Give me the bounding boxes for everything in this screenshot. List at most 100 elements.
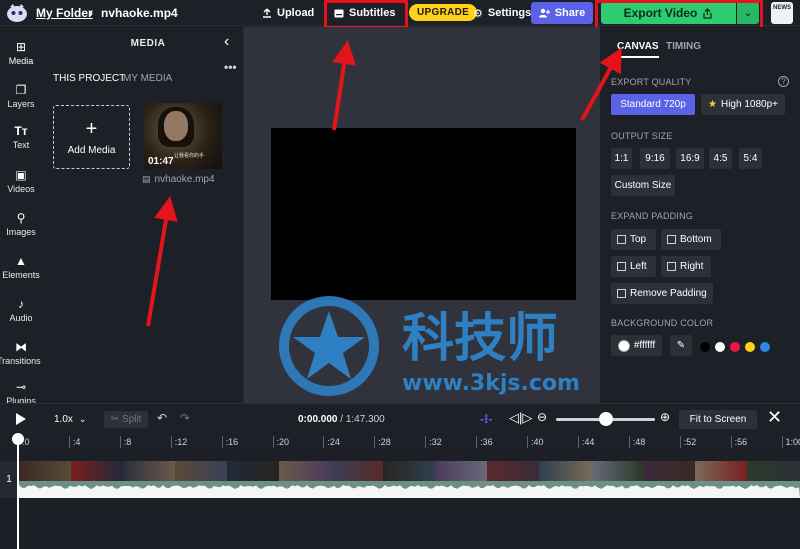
color-swatch[interactable] — [700, 342, 710, 352]
plugins-icon: ⊸ — [15, 380, 27, 394]
pad-bottom-button[interactable]: Bottom — [661, 229, 721, 250]
thumbnail-figure-face — [164, 111, 188, 141]
export-quality-heading: EXPORT QUALITY — [611, 77, 692, 87]
zoom-out-icon[interactable]: ⊖ — [537, 410, 547, 424]
settings-button[interactable]: ⚙ Settings — [473, 4, 531, 22]
pad-top-button[interactable]: Top — [611, 229, 656, 250]
rail-item-audio[interactable]: ♪ Audio — [0, 297, 42, 323]
split-button[interactable]: ✂ Split — [104, 411, 148, 428]
quality-high-button[interactable]: ★ High 1080p+ — [701, 94, 785, 115]
tab-canvas[interactable]: CANVAS — [617, 41, 658, 52]
pad-right-icon — [667, 262, 676, 271]
background-color-input[interactable]: #ffffff — [611, 335, 662, 356]
watermark-url-text: www.3kjs.com — [402, 371, 580, 396]
video-clip[interactable] — [19, 461, 800, 498]
split-view-icon[interactable]: ◁|▷ — [509, 410, 532, 426]
rail-item-layers[interactable]: ❐ Layers — [0, 83, 42, 109]
custom-size-button[interactable]: Custom Size — [611, 175, 675, 196]
background-color-heading: BACKGROUND COLOR — [611, 318, 714, 328]
clip-frame — [747, 461, 799, 481]
rail-item-images[interactable]: ⚲ Images — [0, 211, 42, 237]
clip-frame — [279, 461, 331, 481]
rail-item-videos[interactable]: ▣ Videos — [0, 168, 42, 194]
snap-icon[interactable]: -⁝- — [480, 412, 493, 426]
watermark-cn-text: 科技师 — [402, 309, 558, 369]
color-swatch[interactable] — [745, 342, 755, 352]
rail-item-text[interactable]: Tт Text — [0, 124, 42, 150]
gear-icon: ⚙ — [473, 7, 483, 20]
media-panel: MEDIA ‹ ••• THIS PROJECT MY MEDIA + Add … — [42, 27, 244, 403]
tab-my-media[interactable]: MY MEDIA — [123, 73, 172, 84]
upload-button[interactable]: Upload — [262, 4, 314, 22]
clip-frame — [487, 461, 539, 481]
waveform-shape — [19, 485, 800, 498]
rail-item-elements[interactable]: ▲ Elements — [0, 254, 42, 280]
pad-left-icon — [617, 262, 626, 271]
tab-this-project[interactable]: THIS PROJECT — [53, 73, 125, 84]
media-thumbnail[interactable]: 让我看你的手 01:47 — [144, 103, 222, 169]
undo-icon[interactable]: ↶ — [157, 411, 167, 425]
color-swatch[interactable] — [715, 342, 725, 352]
rail-item-label: Media — [8, 56, 34, 66]
text-icon: Tт — [14, 124, 28, 138]
rail-item-transitions[interactable]: ⧓ Transitions — [0, 340, 42, 366]
quality-standard-button[interactable]: Standard 720p — [611, 94, 695, 115]
ruler-tick-label: 1:00 — [781, 436, 800, 448]
transitions-icon: ⧓ — [15, 340, 27, 354]
pad-left-button[interactable]: Left — [611, 256, 656, 277]
pad-right-button[interactable]: Right — [661, 256, 711, 277]
eyedropper-icon: ✎ — [676, 340, 686, 351]
size-5-4-button[interactable]: 5:4 — [739, 148, 762, 169]
size-9-16-button[interactable]: 9:16 — [640, 148, 670, 169]
video-preview[interactable] — [271, 128, 576, 300]
media-item-name[interactable]: ▤ nvhaoke.mp4 — [142, 174, 215, 185]
add-media-button[interactable]: + Add Media — [53, 105, 130, 169]
news-icon[interactable]: NEWS — [771, 2, 793, 24]
timeline-ruler[interactable]: :0:4:8:12:16:20:24:28:32:36:40:44:48:52:… — [0, 433, 800, 453]
breadcrumb-folder-link[interactable]: My Folder — [36, 6, 93, 20]
ruler-tick-label: :28 — [374, 436, 391, 448]
rail-item-label: Audio — [9, 313, 33, 323]
color-swatch[interactable] — [730, 342, 740, 352]
tab-timing[interactable]: TIMING — [666, 41, 701, 52]
upgrade-button[interactable]: UPGRADE — [409, 4, 478, 21]
help-icon[interactable]: ? — [778, 76, 789, 87]
clip-frame — [19, 461, 71, 481]
layers-icon: ❐ — [15, 83, 27, 97]
chevron-left-icon[interactable]: ‹ — [224, 33, 229, 51]
timecode-display: 0:00.000 / 1:47.300 — [298, 414, 385, 425]
kapwing-logo-icon[interactable] — [6, 3, 28, 23]
file-icon: ▤ — [142, 174, 151, 184]
rail-item-label: Videos — [7, 184, 35, 194]
play-icon[interactable] — [16, 413, 26, 425]
thumbnail-subtitle-text: 让我看你的手 — [174, 153, 205, 159]
pad-bottom-icon — [667, 235, 676, 244]
remove-padding-icon — [617, 289, 626, 298]
remove-padding-button[interactable]: Remove Padding — [611, 283, 713, 304]
close-icon[interactable]: ✕ — [767, 407, 782, 428]
fit-to-screen-button[interactable]: Fit to Screen — [679, 410, 757, 429]
playback-speed-select[interactable]: 1.0x ⌄ — [50, 411, 96, 428]
total-time: / 1:47.300 — [340, 414, 385, 425]
zoom-in-icon[interactable]: ⊕ — [660, 410, 670, 424]
pad-right-label: Right — [680, 261, 704, 272]
ruler-tick-label: :4 — [68, 436, 80, 448]
audio-waveform — [19, 481, 800, 498]
project-file-name[interactable]: nvhaoke.mp4 — [101, 6, 178, 20]
eyedropper-button[interactable]: ✎ — [670, 335, 692, 356]
clip-frame — [331, 461, 383, 481]
more-options-icon[interactable]: ••• — [224, 60, 237, 74]
size-16-9-button[interactable]: 16:9 — [676, 148, 704, 169]
clip-frame — [123, 461, 175, 481]
share-button[interactable]: Share — [531, 2, 593, 24]
color-swatch[interactable] — [760, 342, 770, 352]
rail-item-label: Images — [6, 227, 36, 237]
scissors-icon: ✂ — [110, 414, 119, 425]
size-4-5-button[interactable]: 4:5 — [709, 148, 732, 169]
redo-icon[interactable]: ↷ — [180, 411, 190, 425]
size-1-1-button[interactable]: 1:1 — [611, 148, 632, 169]
rail-item-media[interactable]: ⊞ Media — [0, 40, 42, 66]
timeline-toolbar: 1.0x ⌄ ✂ Split ↶ ↷ 0:00.000 / 1:47.300 -… — [0, 403, 800, 433]
zoom-slider-handle[interactable] — [598, 412, 613, 426]
ruler-tick-label: :32 — [425, 436, 442, 448]
